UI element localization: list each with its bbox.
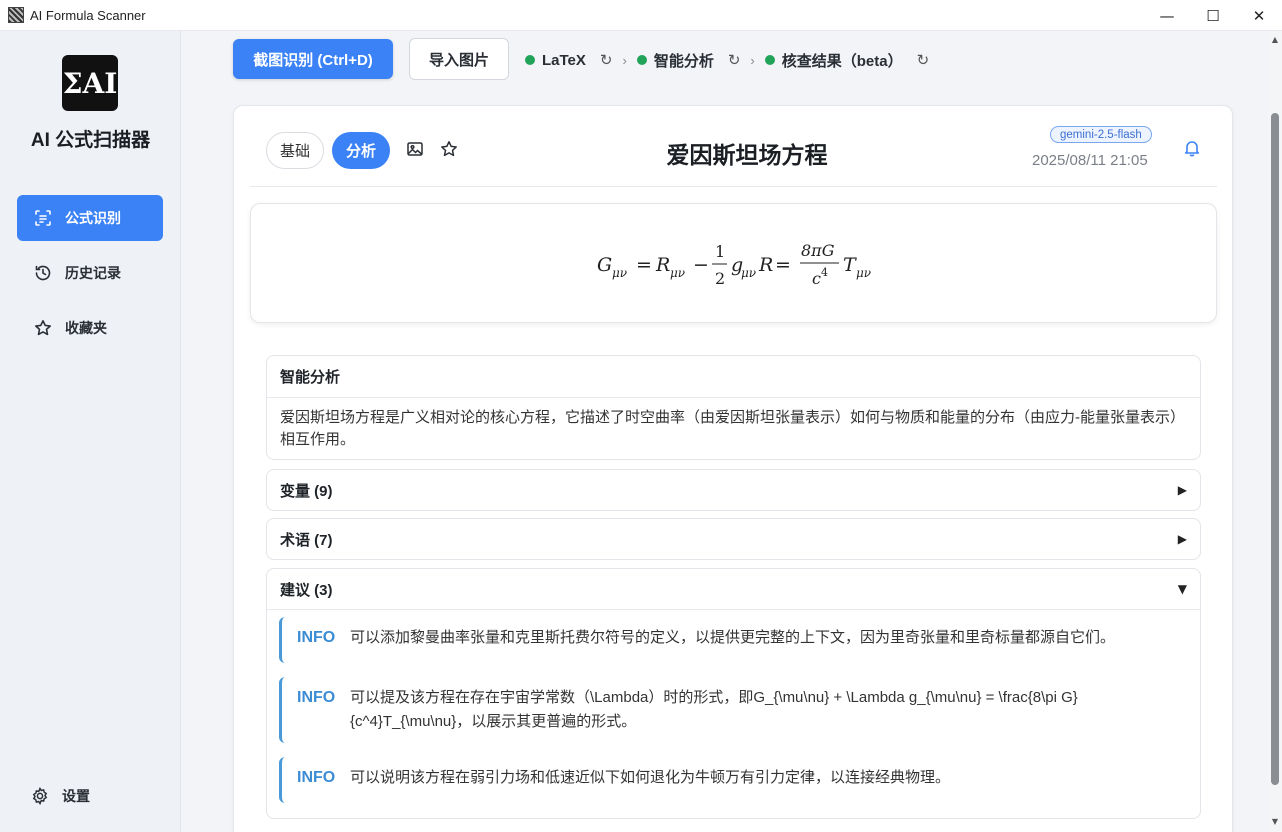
gear-icon xyxy=(30,786,50,806)
formula-display: G μν = R μν − 1 2 g μν R = 8πG c 4 T μν xyxy=(250,203,1217,323)
formula-eq: = xyxy=(636,254,652,276)
formula-T: T xyxy=(843,254,857,276)
import-image-button[interactable]: 导入图片 xyxy=(409,38,509,80)
app-icon xyxy=(8,7,24,23)
sidebar-item-formula-recognition[interactable]: 公式识别 xyxy=(17,195,163,241)
suggestion-item: INFO 可以说明该方程在弱引力场和低速近似下如何退化为牛顿万有引力定律，以连接… xyxy=(279,757,1189,803)
status-dot xyxy=(764,55,775,65)
suggestion-item: INFO 可以提及该方程在存在宇宙学常数（\Lambda）时的形式，即G_{\m… xyxy=(279,677,1189,743)
formula-c: c xyxy=(812,269,821,288)
refresh-verify-icon[interactable]: ↻ xyxy=(917,51,930,69)
variables-section[interactable]: 变量 (9) ▶ xyxy=(266,469,1201,511)
expand-arrow-icon[interactable]: ▶ xyxy=(1178,532,1187,546)
analysis-header: 智能分析 xyxy=(280,369,341,386)
window-title: AI Formula Scanner xyxy=(30,7,146,23)
formula-minus: − xyxy=(693,254,709,276)
window-titlebar: AI Formula Scanner — ☐ ✕ xyxy=(0,0,1282,31)
formula-R2: R xyxy=(758,254,773,276)
formula-four: 4 xyxy=(821,266,828,279)
formula-sub-mn: μν xyxy=(741,266,756,280)
logo-text: ΣAI xyxy=(62,66,118,100)
formula-title: 爱因斯坦场方程 xyxy=(666,142,828,168)
pipeline-step-analysis: 智能分析 xyxy=(653,52,714,70)
image-icon[interactable] xyxy=(405,139,425,159)
sidebar-item-label: 公式识别 xyxy=(65,210,121,226)
formula-sub-mn: μν xyxy=(670,266,685,280)
info-tag: INFO xyxy=(297,629,336,646)
formula-one: 1 xyxy=(715,242,725,261)
scrollbar[interactable]: ▲ ▼ xyxy=(1268,31,1282,832)
collapse-arrow-icon[interactable]: ▼ xyxy=(1178,582,1187,596)
sidebar-item-favorites[interactable]: 收藏夹 xyxy=(17,305,163,351)
status-dot xyxy=(525,55,535,65)
minimize-button[interactable]: — xyxy=(1144,0,1190,31)
formula-two: 2 xyxy=(715,269,725,288)
star-icon xyxy=(33,318,53,338)
suggestion-text: 可以提及该方程在存在宇宙学常数（\Lambda）时的形式，即G_{\mu\nu}… xyxy=(350,689,1078,730)
header-divider xyxy=(250,186,1217,187)
suggestions-header[interactable]: 建议 (3) xyxy=(280,579,333,600)
app-name: AI 公式扫描器 xyxy=(30,130,151,151)
suggestion-text: 可以添加黎曼曲率张量和克里斯托费尔符号的定义，以提供更完整的上下文，因为里奇张量… xyxy=(350,629,1116,646)
chevron-right-icon: › xyxy=(622,52,627,68)
sidebar-item-label: 历史记录 xyxy=(65,265,121,281)
sidebar-item-history[interactable]: 历史记录 xyxy=(17,250,163,296)
app-logo: ΣAI xyxy=(62,55,118,111)
info-tag: INFO xyxy=(297,769,336,786)
formula-render: G μν = R μν − 1 2 g μν R = 8πG c 4 T μν xyxy=(597,241,871,288)
info-tag: INFO xyxy=(297,689,336,706)
scroll-down-icon[interactable]: ▼ xyxy=(1268,817,1282,826)
settings-button[interactable]: 设置 xyxy=(30,786,90,806)
history-icon xyxy=(33,263,53,283)
pipeline-step-verify: 核查结果（beta） xyxy=(781,52,903,70)
tab-analysis[interactable]: 分析 xyxy=(332,132,390,169)
close-button[interactable]: ✕ xyxy=(1236,0,1282,31)
sidebar-item-label: 收藏夹 xyxy=(65,320,107,336)
chevron-right-icon: › xyxy=(750,52,755,68)
analysis-text: 爱因斯坦场方程是广义相对论的核心方程，它描述了时空曲率（由爱因斯坦张量表示）如何… xyxy=(267,397,1200,459)
window-controls: — ☐ ✕ xyxy=(1144,0,1282,31)
pipeline-status: LaTeX ↻ › 智能分析 ↻ › 核查结果（beta） ↻ xyxy=(525,48,939,72)
refresh-latex-icon[interactable]: ↻ xyxy=(600,51,613,69)
variables-header: 变量 (9) xyxy=(280,483,333,500)
terms-header: 术语 (7) xyxy=(280,532,333,549)
formula-G: G xyxy=(597,254,612,276)
pipeline-step-latex: LaTeX xyxy=(542,51,586,69)
expand-arrow-icon[interactable]: ▶ xyxy=(1178,483,1187,497)
maximize-button[interactable]: ☐ xyxy=(1190,0,1236,31)
bell-icon[interactable] xyxy=(1182,138,1202,158)
suggestion-text: 可以说明该方程在弱引力场和低速近似下如何退化为牛顿万有引力定律，以连接经典物理。 xyxy=(350,769,951,786)
formula-sub-mn: μν xyxy=(612,266,627,280)
suggestion-item: INFO 可以添加黎曼曲率张量和克里斯托费尔符号的定义，以提供更完整的上下文，因… xyxy=(279,617,1189,663)
formula-eq2: = xyxy=(775,254,791,276)
model-badge: gemini-2.5-flash xyxy=(1050,126,1152,143)
refresh-analysis-icon[interactable]: ↻ xyxy=(728,51,741,69)
scroll-up-icon[interactable]: ▲ xyxy=(1268,35,1282,44)
settings-label: 设置 xyxy=(62,788,90,804)
analysis-section: 智能分析 爱因斯坦场方程是广义相对论的核心方程，它描述了时空曲率（由爱因斯坦张量… xyxy=(266,355,1201,460)
formula-numerator: 8πG xyxy=(801,241,835,260)
capture-button[interactable]: 截图识别 (Ctrl+D) xyxy=(233,39,393,79)
favorite-star-icon[interactable] xyxy=(439,139,459,159)
terms-section[interactable]: 术语 (7) ▶ xyxy=(266,518,1201,560)
sidebar: ΣAI AI 公式扫描器 公式识别 历史记录 收藏夹 设置 xyxy=(0,31,181,832)
status-dot xyxy=(636,55,647,65)
tab-basic[interactable]: 基础 xyxy=(266,132,324,169)
scroll-thumb[interactable] xyxy=(1271,113,1279,785)
timestamp: 2025/08/11 21:05 xyxy=(1032,152,1148,169)
formula-sub-mn: μν xyxy=(856,266,871,280)
formula-R: R xyxy=(655,254,670,276)
scan-text-icon xyxy=(33,208,53,228)
